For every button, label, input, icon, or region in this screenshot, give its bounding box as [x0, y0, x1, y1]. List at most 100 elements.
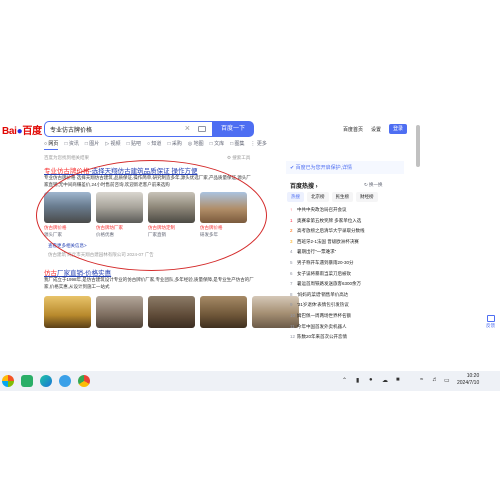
hot-rank: 11 — [290, 323, 295, 329]
battery-tray-icon[interactable]: ▮ — [356, 377, 359, 384]
hot-rank: 10 — [290, 312, 296, 318]
tab-wenku[interactable]: □ 文库 — [210, 140, 224, 150]
clock-date: 2024/7/10 — [457, 380, 480, 386]
search-button[interactable]: 百度一下 — [212, 121, 254, 137]
scrollbar[interactable] — [416, 125, 420, 167]
hot-item[interactable]: 11 今年中国首发外卖机器人 — [290, 324, 365, 335]
tab-zhidao[interactable]: ○ 知道 — [147, 140, 161, 150]
hot-item[interactable]: 1 奥赛拿第五枚奖牌 多家单位入选 — [290, 218, 365, 229]
top-link-settings[interactable]: 设置 — [371, 126, 381, 133]
logo-text: Bai — [2, 126, 17, 137]
hot-text: 姆巴佩一周两场世界杯名额 — [297, 312, 351, 318]
hot-tab-finance[interactable]: 财经榜 — [356, 192, 378, 202]
tab-web[interactable]: ○ 网页 — [44, 140, 59, 150]
hot-text: 今年中国首发外卖机器人 — [297, 323, 347, 329]
result2-thumbnails — [44, 296, 299, 328]
hot-rank: 4 — [290, 249, 293, 255]
cloud-tray-icon[interactable]: ☁ — [382, 377, 388, 384]
hot-item[interactable]: 9 '31岁退休'表情包引发热议 — [290, 302, 365, 313]
hot-item[interactable]: 10 姆巴佩一周两场世界杯名额 — [290, 313, 365, 324]
wifi-icon[interactable]: ≈ — [420, 377, 423, 383]
hot-item[interactable]: 12 陈数20年来首次公开恋情 — [290, 334, 365, 342]
logo-suffix: 百度 — [22, 126, 42, 137]
hot-text: '妈妈的菜谱'销售单价高达 — [297, 291, 349, 297]
hot-item[interactable]: 5 男子称开车遇到暴雨20-30分 — [290, 260, 365, 271]
tab-map[interactable]: ◎ 地图 — [188, 140, 204, 150]
tab-label: 知道 — [151, 141, 162, 147]
start-icon[interactable] — [2, 375, 14, 387]
volume-icon[interactable]: ♬ — [432, 377, 438, 383]
hot-text: 西班牙2-1法国 晋级欧洲杯决赛 — [297, 238, 359, 244]
tab-label: 图集 — [234, 141, 245, 147]
result2-title[interactable]: 仿古厂家直销-价格实惠 — [44, 267, 111, 277]
shield-tray-icon[interactable]: ■ — [396, 377, 400, 383]
hot-text: 暑运首周铁路发送旅客6300余万 — [297, 281, 362, 287]
protection-notice[interactable]: ✔ 百度已为您开启保护,详情 — [286, 161, 404, 174]
hot-text: 暑期出行"一票难求" — [297, 249, 337, 255]
tab-label: 文库 — [214, 141, 225, 147]
edge-icon[interactable] — [40, 375, 52, 387]
search-query-text: 专业仿古牌价格 — [50, 128, 93, 134]
tab-purchase[interactable]: □ 采购 — [167, 140, 181, 150]
search-input[interactable]: 专业仿古牌价格 × — [44, 121, 214, 137]
battery-icon[interactable]: ▭ — [444, 377, 450, 384]
tab-more[interactable]: ⋮ 更多 — [251, 140, 267, 150]
tray-expand-icon[interactable]: ⌃ — [342, 377, 347, 384]
hot-rank: 8 — [290, 291, 293, 297]
tab-label: 网页 — [48, 141, 59, 147]
search-tools[interactable]: ⚙ 搜索工具 — [227, 155, 250, 161]
tab-atlas[interactable]: □ 图集 — [230, 140, 244, 150]
tab-label: 贴吧 — [130, 141, 141, 147]
hot-text: 高考放榜之后清华大学录取分数线 — [297, 228, 365, 234]
search-tools-label: 搜索工具 — [232, 155, 251, 160]
tab-label: 视频 — [110, 141, 121, 147]
feedback-button[interactable]: 反馈 — [484, 315, 497, 329]
result2-description: 我厂成立于1998年,是仿古建筑设计专业的仿古牌价厂家,专业团队,多年经验,质量… — [44, 277, 254, 289]
carved-gate-image[interactable] — [96, 296, 143, 328]
tab-news[interactable]: □ 资讯 — [64, 140, 78, 150]
refresh-button[interactable]: ↻ 换一换 — [364, 182, 383, 188]
hot-tab-livelihood[interactable]: 民生榜 — [331, 192, 353, 202]
result2-title-rest: 厂家直销-价格实惠 — [57, 270, 112, 277]
hot-tab-beijing[interactable]: 北京榜 — [307, 192, 329, 202]
chrome-icon[interactable] — [78, 375, 90, 387]
taskbar: ⌃ ▮ ● ☁ ■ ≈ ♬ ▭ 10:20 2024/7/10 — [0, 371, 500, 391]
baidu-logo[interactable]: Bai●百度 — [2, 122, 42, 137]
app-tray-icon[interactable]: ● — [369, 377, 373, 383]
clear-icon[interactable]: × — [185, 123, 190, 133]
camera-icon[interactable] — [198, 126, 206, 132]
hot-item[interactable]: 3 西班牙2-1法国 晋级欧洲杯决赛 — [290, 239, 365, 250]
hot-item[interactable]: 6 女子误将暴雨当菜刀后被砍 — [290, 271, 365, 282]
incense-burner-image[interactable] — [200, 296, 247, 328]
system-clock[interactable]: 10:20 2024/7/10 — [457, 373, 479, 387]
notice-text: 百度已为您开启保护,详情 — [295, 165, 352, 171]
refresh-label: 换一换 — [369, 182, 383, 187]
top-link-home[interactable]: 百度首页 — [343, 126, 363, 133]
tab-video[interactable]: ▷ 视频 — [105, 140, 120, 150]
hot-tab-hot[interactable]: 热搜 — [287, 192, 304, 202]
golden-statue-image[interactable] — [44, 296, 91, 328]
hot-item[interactable]: 7 暑运首周铁路发送旅客6300余万 — [290, 281, 365, 292]
result2-title-highlight: 仿古 — [44, 270, 57, 277]
hot-item[interactable]: 2 高考放榜之后清华大学录取分数线 — [290, 228, 365, 239]
hot-rank: 5 — [290, 259, 293, 265]
result-count: 百度为您找到相关结果 — [44, 155, 89, 160]
hot-item[interactable]: 4 暑期出行"一票难求" — [290, 249, 365, 260]
wechat-icon[interactable] — [21, 375, 33, 387]
bronze-columns-image[interactable] — [148, 296, 195, 328]
clock-time: 10:20 — [466, 373, 480, 379]
chat-icon[interactable] — [59, 375, 71, 387]
hot-text: 男子称开车遇到暴雨20-30分 — [297, 259, 354, 265]
hot-rank: 1 — [290, 217, 293, 223]
hot-title-text: 百度热搜 — [290, 184, 315, 190]
hot-item[interactable]: 8 '妈妈的菜谱'销售单价高达 — [290, 292, 365, 303]
hot-rank: 2 — [290, 228, 293, 234]
tab-label: 采购 — [171, 141, 182, 147]
hot-text: 奥赛拿第五枚奖牌 多家单位入选 — [297, 217, 362, 223]
login-button[interactable]: 登录 — [389, 124, 407, 134]
tab-tieba[interactable]: □ 贴吧 — [127, 140, 141, 150]
annotation-circle — [36, 160, 267, 271]
tab-images[interactable]: □ 图片 — [85, 140, 99, 150]
feedback-icon — [486, 315, 495, 322]
hot-item[interactable]: ↑ 中共中央政治局召开会议 — [290, 207, 365, 218]
